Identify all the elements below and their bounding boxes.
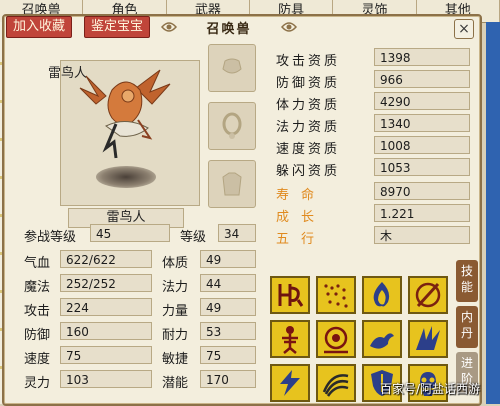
element-value: 木 [374, 226, 470, 244]
endurance-label: 耐力 [162, 328, 189, 343]
skill-slot-9[interactable] [270, 364, 310, 402]
armor-slot-icon [222, 172, 242, 196]
aptitude-dodge-value: 1053 [374, 158, 470, 176]
thunderbird-pet-image [79, 69, 171, 159]
endurance-value: 53 [200, 322, 256, 340]
title-ornament-right-icon [281, 22, 297, 32]
tab-inner-core[interactable]: 内丹 [456, 306, 478, 348]
aptitude-defense-value: 966 [374, 70, 470, 88]
potential-label: 潜能 [162, 376, 189, 391]
wave-skill-icon [322, 374, 349, 397]
background-right-panel [486, 22, 500, 404]
constitution-label: 体质 [162, 256, 189, 271]
aptitude-attack-label: 攻击资质 [276, 54, 341, 69]
aptitude-speed-value: 1008 [374, 136, 470, 154]
aptitude-magic-value: 1340 [374, 114, 470, 132]
equip-slot-armor[interactable] [208, 160, 256, 208]
speed-value: 75 [60, 346, 152, 364]
agility-label: 敏捷 [162, 352, 189, 367]
aptitude-stamina-label: 体力资质 [276, 98, 341, 113]
appraise-pet-button[interactable]: 鉴定宝宝 [84, 16, 151, 38]
dialog-title-bar[interactable]: 召唤兽 [154, 16, 304, 38]
rune-skill-icon [278, 284, 304, 307]
shield-skill-icon [324, 326, 348, 354]
skeleton-skill-icon [282, 326, 298, 354]
amulet-slot-icon [222, 112, 242, 139]
spirit-value: 103 [60, 370, 152, 388]
life-label: 寿命 [276, 188, 327, 203]
wing-skill-icon [416, 326, 440, 350]
potential-value: 170 [200, 370, 256, 388]
skill-slot-8[interactable] [408, 320, 448, 358]
weapon-skill-icon [415, 282, 441, 308]
aptitude-stamina-value: 4290 [374, 92, 470, 110]
close-button[interactable]: × [454, 19, 474, 39]
thunder-skill-icon [324, 284, 348, 308]
skill-slot-10[interactable] [316, 364, 356, 402]
add-favorite-button[interactable]: 加入收藏 [6, 16, 73, 38]
skill-slot-2[interactable] [316, 276, 356, 314]
magic-label: 法力 [162, 280, 189, 295]
dragon-skill-icon [370, 333, 394, 349]
attack-label: 攻击 [24, 304, 51, 319]
agility-value: 75 [200, 346, 256, 364]
growth-value: 1.221 [374, 204, 470, 222]
equip-slot-amulet[interactable] [208, 102, 256, 150]
aptitude-defense-label: 防御资质 [276, 76, 341, 91]
skill-slot-3[interactable] [362, 276, 402, 314]
equip-slot-collar[interactable] [208, 44, 256, 92]
magic-value: 44 [200, 274, 256, 292]
fire-skill-icon [373, 282, 390, 307]
aptitude-dodge-label: 躲闪资质 [276, 164, 341, 179]
hp-value: 622/622 [60, 250, 152, 268]
join-level-value: 45 [90, 224, 170, 242]
aptitude-magic-label: 法力资质 [276, 120, 341, 135]
skill-slot-4[interactable] [408, 276, 448, 314]
speed-label: 速度 [24, 352, 51, 367]
aptitude-speed-label: 速度资质 [276, 142, 341, 157]
skill-slot-6[interactable] [316, 320, 356, 358]
constitution-value: 49 [200, 250, 256, 268]
skill-slot-1[interactable] [270, 276, 310, 314]
skill-slot-5[interactable] [270, 320, 310, 358]
lightning-skill-icon [280, 370, 300, 396]
element-label: 五行 [276, 232, 327, 247]
mp-value: 252/252 [60, 274, 152, 292]
level-value: 34 [218, 224, 256, 242]
mp-label: 魔法 [24, 280, 51, 295]
defense-label: 防御 [24, 328, 51, 343]
pet-dialog: 召唤兽 × 加入收藏 鉴定宝宝 雷鸟人 雷鸟人 参战等级 45 等级 34 气血… [2, 14, 482, 406]
pet-shadow [96, 166, 156, 188]
level-label: 等级 [180, 230, 207, 245]
collar-slot-icon [222, 58, 242, 74]
watermark-text: 百家号/阿盐话西游 [380, 382, 481, 396]
skill-slot-7[interactable] [362, 320, 402, 358]
life-value: 8970 [374, 182, 470, 200]
join-level-label: 参战等级 [24, 230, 77, 245]
growth-label: 成长 [276, 210, 327, 225]
attack-value: 224 [60, 298, 152, 316]
strength-label: 力量 [162, 304, 189, 319]
spirit-label: 灵力 [24, 376, 51, 391]
close-icon: × [458, 21, 470, 37]
aptitude-attack-value: 1398 [374, 48, 470, 66]
tab-skills[interactable]: 技能 [456, 260, 478, 302]
hp-label: 气血 [24, 256, 51, 271]
defense-value: 160 [60, 322, 152, 340]
strength-value: 49 [200, 298, 256, 316]
